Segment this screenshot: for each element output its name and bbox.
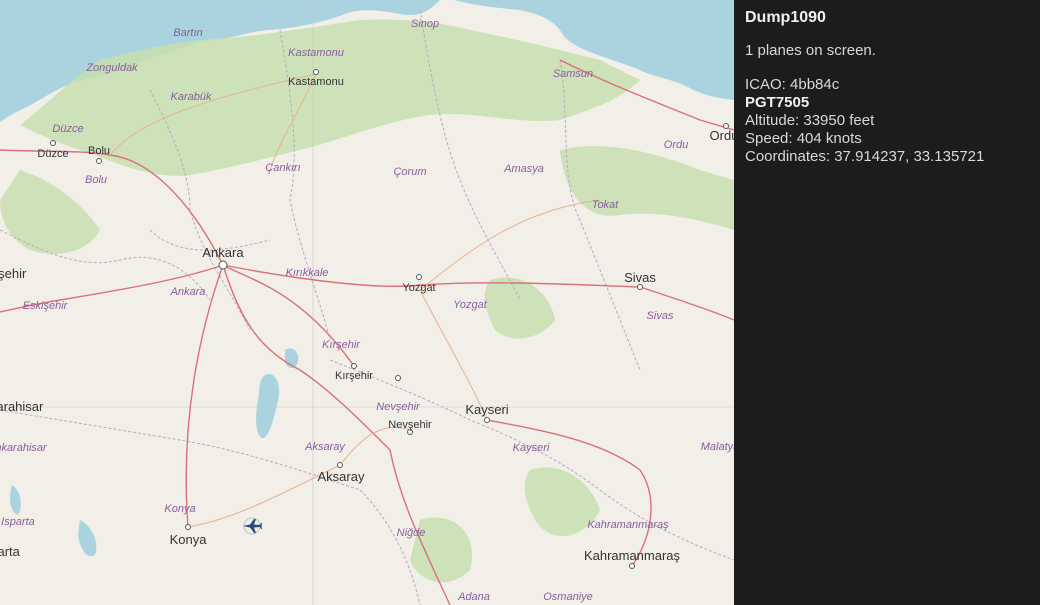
province-label: Sinop bbox=[411, 18, 439, 30]
province-label: Malatya bbox=[701, 441, 734, 453]
city-label: Isparta bbox=[0, 544, 21, 559]
province-label: Nevşehir bbox=[376, 401, 421, 413]
coordinates-field: Coordinates: 37.914237, 33.135721 bbox=[745, 148, 985, 165]
map-view[interactable]: Bartın Sinop Zonguldak Kastamonu Samsun … bbox=[0, 0, 734, 605]
city-label: Kayseri bbox=[465, 402, 508, 417]
city-label: Afyonkarahisar bbox=[0, 399, 44, 414]
province-label: Kırıkkale bbox=[286, 267, 329, 279]
province-label: Osmaniye bbox=[543, 591, 593, 603]
province-label: Konya bbox=[164, 503, 195, 515]
city-label: Aksaray bbox=[318, 469, 365, 484]
province-label: Bolu bbox=[85, 174, 107, 186]
city-label: Kırşehir bbox=[335, 370, 373, 382]
city-label: Düzce bbox=[37, 148, 68, 160]
province-label: Niğde bbox=[397, 527, 426, 539]
province-label: Samsun bbox=[553, 68, 593, 80]
province-label: Adana bbox=[457, 591, 490, 603]
city-label: Konya bbox=[170, 532, 208, 547]
city-label: Kahramanmaraş bbox=[584, 548, 681, 563]
province-label: Amasya bbox=[503, 163, 544, 175]
city-label: Ordu bbox=[710, 128, 734, 143]
city-label: Sivas bbox=[624, 270, 656, 285]
province-label: Karabük bbox=[171, 91, 212, 103]
province-label: Bartın bbox=[173, 27, 202, 39]
city-label: Kastamonu bbox=[288, 76, 344, 88]
city-label: Yozgat bbox=[402, 282, 435, 294]
app-title: Dump1090 bbox=[745, 9, 826, 26]
province-label: Ankara bbox=[170, 286, 206, 298]
plane-count: 1 planes on screen. bbox=[745, 42, 876, 59]
map-tiles[interactable]: Bartın Sinop Zonguldak Kastamonu Samsun … bbox=[0, 0, 734, 605]
callsign-field: PGT7505 bbox=[745, 94, 810, 111]
sidebar: Dump1090 1 planes on screen. ICAO: 4bb84… bbox=[734, 0, 1040, 605]
altitude-field: Altitude: 33950 feet bbox=[745, 112, 875, 129]
province-label: Çankırı bbox=[265, 162, 300, 174]
province-label: Sivas bbox=[647, 310, 674, 322]
city-label: Ankara bbox=[202, 245, 244, 260]
province-label: Ordu bbox=[664, 139, 688, 151]
city-label: Eskişehir bbox=[0, 266, 27, 281]
province-label: Eskişehir bbox=[23, 300, 69, 312]
province-label: Kayseri bbox=[513, 442, 550, 454]
speed-field: Speed: 404 knots bbox=[745, 130, 862, 147]
province-label: Kastamonu bbox=[288, 47, 344, 59]
province-label: Isparta bbox=[1, 516, 35, 528]
icao-field: ICAO: 4bb84c bbox=[745, 76, 840, 93]
province-label: Düzce bbox=[52, 123, 83, 135]
province-label: Yozgat bbox=[453, 299, 488, 311]
province-label: Zonguldak bbox=[85, 62, 138, 74]
province-label: Kahramanmaraş bbox=[587, 519, 669, 531]
province-label: Afyonkarahisar bbox=[0, 442, 48, 454]
city-label: Bolu bbox=[88, 145, 110, 157]
selected-plane-info: ICAO: 4bb84c PGT7505 Altitude: 33950 fee… bbox=[745, 76, 1029, 166]
province-label: Aksaray bbox=[304, 441, 346, 453]
city-label: Nevşehir bbox=[388, 419, 432, 431]
province-label: Kırşehir bbox=[322, 339, 361, 351]
province-label: Tokat bbox=[592, 199, 619, 211]
province-label: Çorum bbox=[393, 166, 426, 178]
